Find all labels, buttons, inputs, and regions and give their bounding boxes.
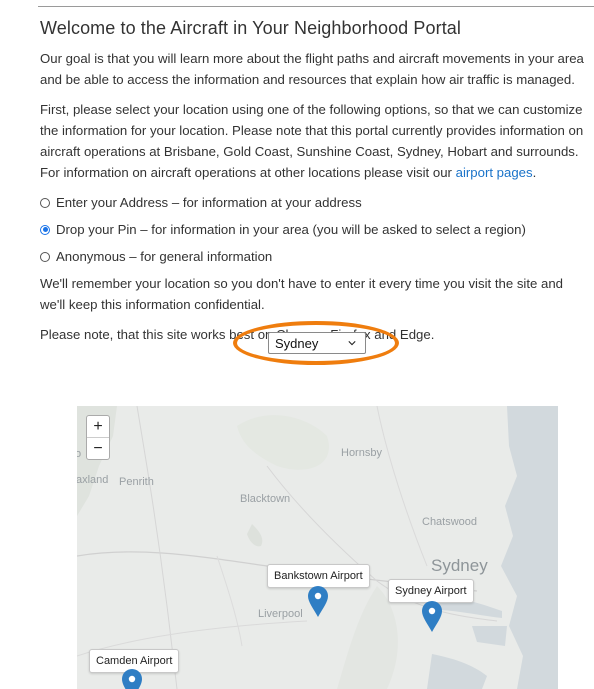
portal-intro: Welcome to the Aircraft in Your Neighbor…: [40, 18, 588, 354]
option-address[interactable]: Enter your Address – for information at …: [40, 192, 588, 213]
region-map[interactable]: + − o axland Penrith Hornsby Blacktown C…: [77, 406, 558, 689]
option-pin-label: Drop your Pin – for information in your …: [56, 222, 526, 237]
location-paragraph: First, please select your location using…: [40, 99, 588, 183]
option-address-label: Enter your Address – for information at …: [56, 195, 362, 210]
page-title: Welcome to the Aircraft in Your Neighbor…: [40, 18, 462, 38]
place-label-blacktown: Blacktown: [240, 493, 291, 505]
option-anonymous[interactable]: Anonymous – for general information: [40, 246, 588, 267]
place-label-liverpool: Liverpool: [258, 608, 303, 620]
place-label-hornsby: Hornsby: [341, 447, 382, 459]
address-radio[interactable]: [40, 197, 50, 208]
remember-paragraph: We'll remember your location so you don'…: [40, 276, 564, 312]
place-label-axland: axland: [77, 474, 109, 486]
pin-radio[interactable]: [40, 224, 50, 235]
highlight-ring: [233, 321, 399, 365]
zoom-out-button[interactable]: −: [87, 437, 109, 459]
place-label-penrith: Penrith: [119, 476, 154, 488]
camden-map-pin-icon[interactable]: [121, 669, 143, 689]
sydney-map-pin-icon[interactable]: [421, 601, 443, 633]
bankstown-map-pin-icon[interactable]: [307, 586, 329, 618]
place-label-sydney: Sydney: [431, 556, 488, 575]
goal-paragraph: Our goal is that you will learn more abo…: [40, 51, 584, 87]
top-divider: [38, 6, 594, 7]
bankstown-airport-label[interactable]: Bankstown Airport: [267, 564, 370, 588]
anonymous-radio[interactable]: [40, 251, 50, 262]
place-label-edge: o: [77, 448, 82, 460]
zoom-control: + −: [86, 415, 110, 460]
option-anonymous-label: Anonymous – for general information: [56, 249, 273, 264]
map-terrain: [77, 406, 558, 689]
place-label-chatswood: Chatswood: [422, 516, 478, 528]
sydney-airport-label[interactable]: Sydney Airport: [388, 579, 474, 603]
location-paragraph-end: .: [532, 165, 537, 180]
option-pin[interactable]: Drop your Pin – for information in your …: [40, 219, 588, 240]
zoom-in-button[interactable]: +: [87, 416, 109, 437]
airport-pages-link[interactable]: airport pages: [456, 165, 533, 180]
